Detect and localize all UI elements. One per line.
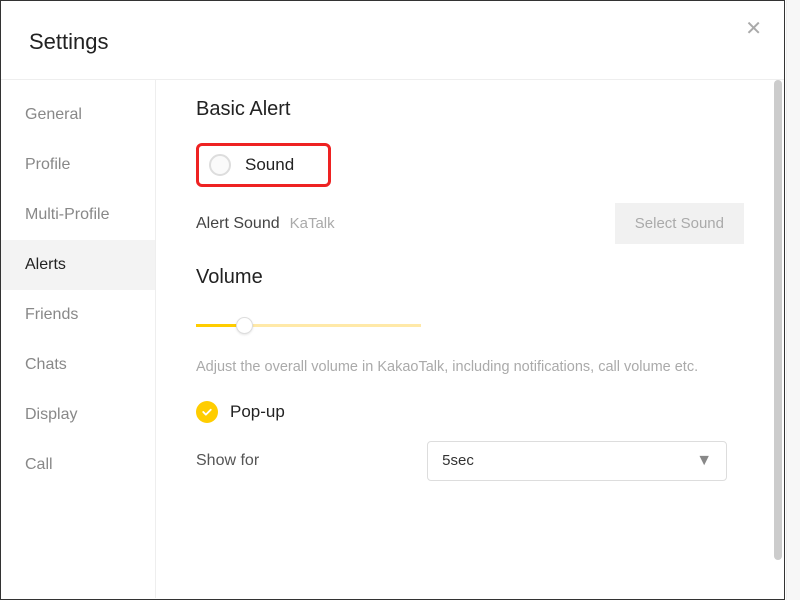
show-for-dropdown[interactable]: 5sec ▼ [427,441,727,481]
sidebar-item-chats[interactable]: Chats [1,340,155,390]
sound-toggle[interactable] [209,154,231,176]
scrollbar[interactable] [774,80,782,560]
alert-sound-row: Alert Sound KaTalk Select Sound [196,203,744,244]
sidebar: General Profile Multi-Profile Alerts Fri… [1,80,156,598]
show-for-row: Show for 5sec ▼ [196,441,744,481]
select-sound-button[interactable]: Select Sound [615,203,744,244]
outer-scrollbar[interactable] [786,0,800,600]
page-title: Settings [29,29,784,55]
volume-title: Volume [196,266,744,289]
sidebar-item-call[interactable]: Call [1,440,155,490]
settings-window: ✕ Settings General Profile Multi-Profile… [0,0,785,600]
header: Settings [1,1,784,79]
sidebar-item-friends[interactable]: Friends [1,290,155,340]
basic-alert-title: Basic Alert [196,98,744,121]
show-for-value: 5sec [442,452,474,469]
sidebar-item-general[interactable]: General [1,90,155,140]
alert-sound-value: KaTalk [290,215,335,232]
sound-toggle-highlight: Sound [196,143,331,187]
sound-label: Sound [245,155,294,175]
popup-label: Pop-up [230,402,285,422]
chevron-down-icon: ▼ [696,452,712,470]
main-panel: Basic Alert Sound Alert Sound KaTalk Sel… [156,80,784,598]
sidebar-item-display[interactable]: Display [1,390,155,440]
volume-description: Adjust the overall volume in KakaoTalk, … [196,357,726,379]
show-for-label: Show for [196,452,259,470]
content: General Profile Multi-Profile Alerts Fri… [1,80,784,598]
alert-sound-label: Alert Sound [196,215,280,233]
popup-toggle-row: Pop-up [196,401,744,423]
sidebar-item-multi-profile[interactable]: Multi-Profile [1,190,155,240]
popup-toggle[interactable] [196,401,218,423]
sidebar-item-profile[interactable]: Profile [1,140,155,190]
checkmark-icon [201,406,213,418]
volume-slider[interactable] [196,317,421,333]
close-icon[interactable]: ✕ [745,19,762,39]
sidebar-item-alerts[interactable]: Alerts [1,240,155,290]
slider-thumb[interactable] [236,317,253,334]
